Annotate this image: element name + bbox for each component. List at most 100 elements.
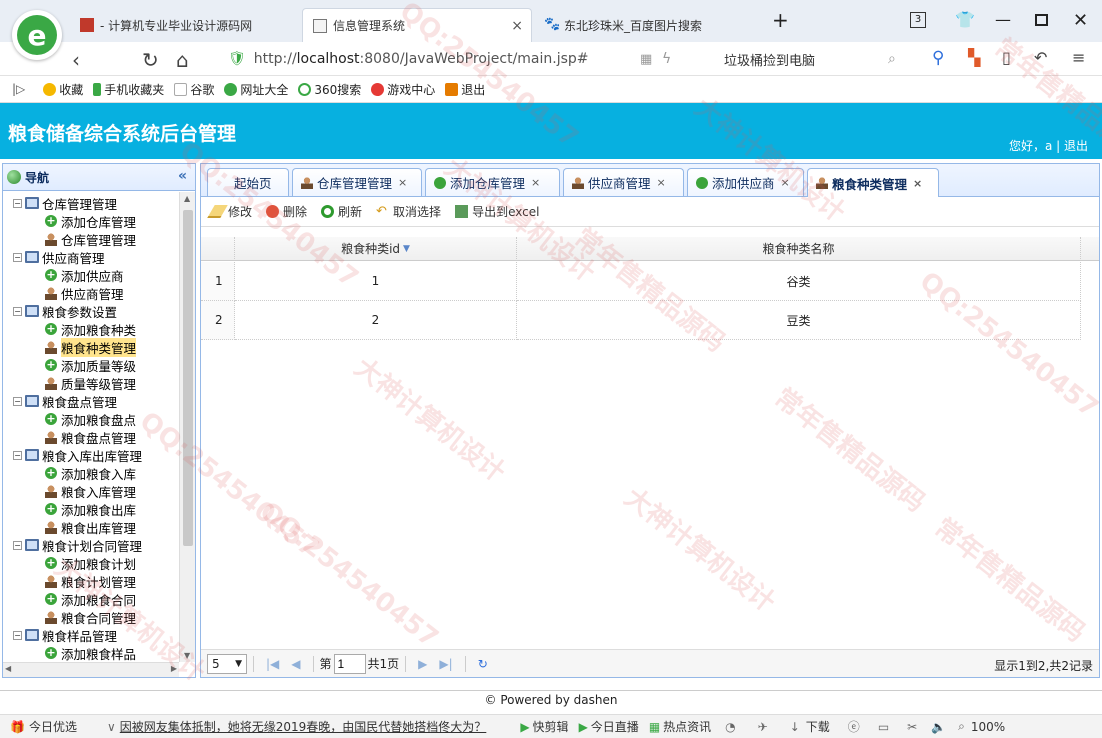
maximize-icon[interactable] bbox=[1035, 14, 1048, 26]
content-tab[interactable]: 起始页 bbox=[207, 168, 289, 196]
scroll-down-icon[interactable]: ▼ bbox=[184, 651, 190, 660]
last-page-icon[interactable]: ▶| bbox=[439, 657, 452, 671]
screenshot-icon[interactable]: ✂ bbox=[907, 720, 917, 734]
zoom-level[interactable]: 100% bbox=[971, 720, 1005, 734]
collapse-toggle-icon[interactable]: − bbox=[13, 252, 22, 262]
nav-item-manage[interactable]: 粮食计划管理 bbox=[45, 572, 136, 590]
sound-icon[interactable]: 🔈 bbox=[931, 720, 946, 734]
news-ticker[interactable]: ∨ 因被网友集体抵制，她将无缘2019春晚，由国民代替她搭档佟大为？ bbox=[107, 718, 486, 735]
lightning-icon[interactable]: ϟ bbox=[662, 51, 671, 67]
bookmark-360-search[interactable]: 360搜索 bbox=[298, 81, 361, 98]
new-tab-button[interactable]: + bbox=[772, 8, 789, 32]
reload-page-icon[interactable]: ↻ bbox=[478, 657, 488, 671]
collapse-toggle-icon[interactable]: − bbox=[13, 540, 22, 550]
column-header-id[interactable]: 粮食种类id ▼ bbox=[235, 237, 517, 261]
close-icon[interactable]: × bbox=[657, 176, 666, 189]
search-input[interactable]: 垃圾桶捡到电脑 bbox=[716, 46, 906, 72]
menu-icon[interactable]: ≡ bbox=[1072, 48, 1085, 67]
download-label[interactable]: 下载 bbox=[806, 718, 830, 735]
nav-group[interactable]: − 粮食参数设置 bbox=[13, 302, 117, 320]
nav-item-add[interactable]: + 添加粮食合同 bbox=[45, 590, 136, 608]
scroll-left-icon[interactable]: ◀ bbox=[5, 664, 11, 673]
nav-item-add[interactable]: + 添加粮食样品 bbox=[45, 644, 136, 662]
back-icon[interactable]: ‹ bbox=[72, 48, 80, 72]
sidebar-toggle-icon[interactable]: |▷ bbox=[12, 82, 25, 96]
nav-item-add[interactable]: + 添加质量等级 bbox=[45, 356, 136, 374]
close-tab-icon[interactable]: × bbox=[511, 18, 523, 34]
nav-item-manage[interactable]: 粮食合同管理 bbox=[45, 608, 136, 626]
collapse-toggle-icon[interactable]: − bbox=[13, 306, 22, 316]
scroll-thumb[interactable] bbox=[183, 210, 193, 546]
content-tab[interactable]: 仓库管理管理 × bbox=[292, 168, 422, 196]
row-number[interactable]: 1 bbox=[201, 262, 235, 301]
close-icon[interactable]: × bbox=[913, 177, 922, 190]
nav-item-add[interactable]: + 添加粮食计划 bbox=[45, 554, 136, 572]
content-tab[interactable]: 添加供应商 × bbox=[687, 168, 804, 196]
cell-id[interactable]: 1 bbox=[235, 262, 517, 301]
nav-hscrollbar[interactable]: ◀ ▶ bbox=[3, 662, 179, 677]
nav-item-manage[interactable]: 粮食出库管理 bbox=[45, 518, 136, 536]
unselect-button[interactable]: ↶ 取消选择 bbox=[376, 203, 441, 220]
close-window-icon[interactable]: ✕ bbox=[1073, 10, 1088, 31]
qr-icon[interactable]: ▦ bbox=[640, 52, 652, 67]
tools-icon[interactable]: ✈ bbox=[758, 720, 768, 734]
nav-item-add[interactable]: + 添加粮食出库 bbox=[45, 500, 136, 518]
nav-group[interactable]: − 供应商管理 bbox=[13, 248, 105, 266]
bookmark-favorites[interactable]: 收藏 bbox=[43, 81, 83, 98]
cell-name[interactable]: 豆类 bbox=[517, 301, 1081, 340]
row-number[interactable]: 2 bbox=[201, 301, 235, 340]
export-excel-button[interactable]: 导出到excel bbox=[455, 203, 539, 220]
page-number-input[interactable] bbox=[333, 653, 366, 674]
reload-icon[interactable]: ↻ bbox=[142, 48, 159, 72]
nav-item-add[interactable]: + 添加粮食种类 bbox=[45, 320, 136, 338]
collapse-toggle-icon[interactable]: − bbox=[13, 630, 22, 640]
refresh-button[interactable]: 刷新 bbox=[321, 203, 362, 220]
download-arrow-icon[interactable]: ↓ bbox=[790, 720, 800, 734]
ie-icon[interactable]: ⓔ bbox=[848, 718, 860, 735]
home-icon[interactable]: ⌂ bbox=[176, 48, 189, 72]
bookmark-games[interactable]: 游戏中心 bbox=[371, 81, 435, 98]
nav-item-add[interactable]: + 添加粮食入库 bbox=[45, 464, 136, 482]
nav-item-add[interactable]: + 添加仓库管理 bbox=[45, 212, 136, 230]
browser-tab-active[interactable]: 信息管理系统 × bbox=[302, 8, 532, 42]
scroll-up-icon[interactable]: ▲ bbox=[184, 194, 190, 203]
search-icon[interactable]: ⌕ bbox=[888, 51, 896, 67]
live-item[interactable]: ▶ 今日直播 bbox=[579, 718, 639, 735]
collapse-toggle-icon[interactable]: − bbox=[13, 396, 22, 406]
nav-item-add[interactable]: + 添加粮食盘点 bbox=[45, 410, 136, 428]
zoom-icon[interactable]: ⌕ bbox=[958, 719, 965, 734]
nav-group[interactable]: − 仓库管理管理 bbox=[13, 194, 117, 212]
collapse-toggle-icon[interactable]: − bbox=[13, 450, 22, 460]
delete-button[interactable]: 删除 bbox=[266, 203, 307, 220]
bookmark-mobile[interactable]: 手机收藏夹 bbox=[93, 81, 164, 98]
user-info[interactable]: 您好，a | 退出 bbox=[1009, 137, 1088, 154]
close-icon[interactable]: × bbox=[781, 176, 790, 189]
nav-item-manage[interactable]: 供应商管理 bbox=[45, 284, 124, 302]
nav-item-manage[interactable]: 粮食入库管理 bbox=[45, 482, 136, 500]
quick-clip-item[interactable]: ▶ 快剪辑 bbox=[520, 718, 568, 735]
undo-icon[interactable]: ↶ bbox=[1034, 48, 1047, 67]
nav-item-manage[interactable]: 粮食种类管理 bbox=[45, 337, 137, 357]
first-page-icon[interactable]: |◀ bbox=[266, 657, 279, 671]
close-icon[interactable]: × bbox=[531, 176, 540, 189]
screen-icon[interactable]: ▭ bbox=[878, 720, 889, 734]
content-tab[interactable]: 添加仓库管理 × bbox=[425, 168, 560, 196]
next-page-icon[interactable]: ▶ bbox=[418, 657, 427, 671]
bookmark-google[interactable]: 谷歌 bbox=[174, 81, 214, 98]
browser-tab-3[interactable]: 🐾 东北珍珠米_百度图片搜索 bbox=[534, 8, 754, 42]
shirt-icon[interactable]: 👕 bbox=[955, 10, 975, 29]
speed-icon[interactable]: ◔ bbox=[725, 720, 735, 734]
nav-group[interactable]: − 粮食盘点管理 bbox=[13, 392, 117, 410]
collapse-toggle-icon[interactable]: − bbox=[13, 198, 22, 208]
nav-group[interactable]: − 粮食样品管理 bbox=[13, 626, 117, 644]
column-header-name[interactable]: 粮食种类名称 bbox=[517, 237, 1081, 261]
hot-news-item[interactable]: ▦ 热点资讯 bbox=[649, 718, 711, 735]
content-tab[interactable]: 粮食种类管理 × bbox=[807, 168, 939, 197]
cell-id[interactable]: 2 bbox=[235, 301, 517, 340]
minimize-icon[interactable]: — bbox=[995, 10, 1011, 29]
page-size-select[interactable]: 5 ▼ bbox=[207, 653, 247, 674]
collapse-icon[interactable]: « bbox=[178, 168, 187, 184]
tablet-icon[interactable]: ▯ bbox=[1002, 48, 1011, 67]
magnifier-icon[interactable]: ⚲ bbox=[932, 48, 944, 68]
bookmark-directory[interactable]: 网址大全 bbox=[224, 81, 288, 98]
